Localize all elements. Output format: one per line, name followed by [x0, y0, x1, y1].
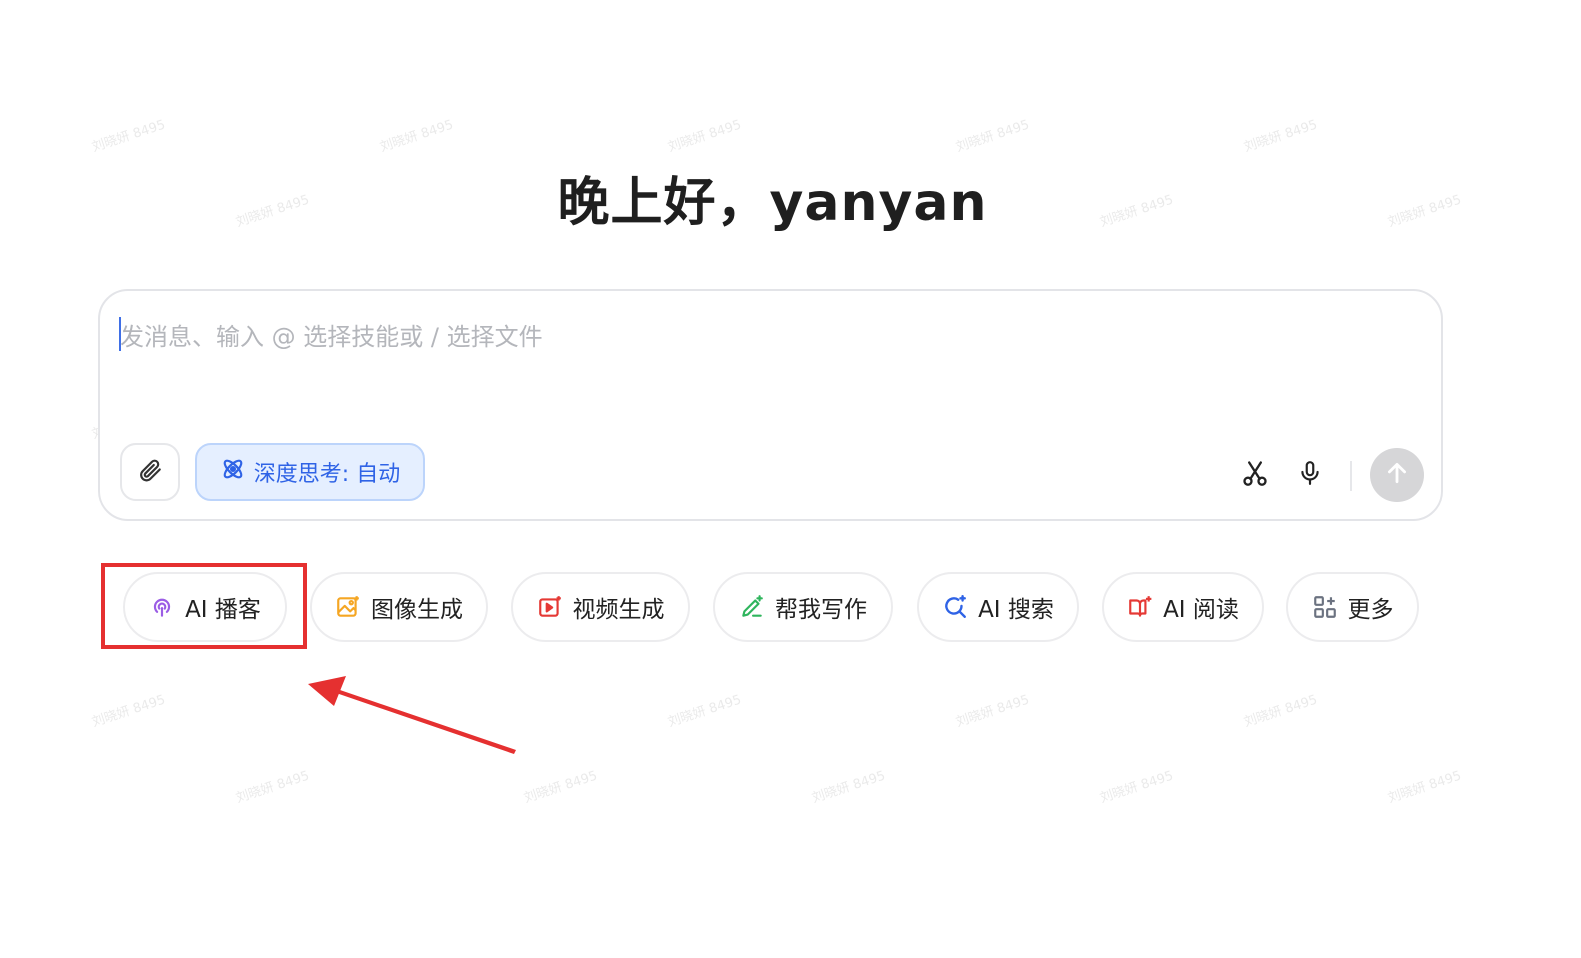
image-icon: [335, 594, 361, 620]
quick-action-image-generation[interactable]: 图像生成: [310, 572, 488, 642]
toolbar-divider: [1350, 461, 1352, 491]
scissors-icon: [1241, 458, 1269, 492]
greeting-title: 晚上好，yanyan: [557, 173, 988, 233]
watermark: 刘晓妍 8495: [954, 117, 1032, 156]
watermark: 刘晓妍 8495: [954, 692, 1032, 731]
watermark: 刘晓妍 8495: [666, 692, 744, 731]
message-input[interactable]: [120, 317, 1320, 357]
book-icon: [1127, 594, 1153, 620]
watermark: 刘晓妍 8495: [810, 768, 888, 807]
quick-action-label: 视频生成: [572, 597, 665, 623]
watermark: 刘晓妍 8495: [522, 768, 600, 807]
arrow-up-icon: [1384, 460, 1410, 490]
send-button[interactable]: [1370, 448, 1424, 502]
message-composer: 深度思考: 自动: [98, 289, 1443, 521]
quick-action-ai-reading[interactable]: AI 阅读: [1102, 572, 1264, 642]
watermark: 刘晓妍 8495: [1242, 692, 1320, 731]
quick-action-label: 帮我写作: [775, 597, 867, 623]
quick-action-more[interactable]: 更多: [1286, 572, 1419, 642]
watermark: 刘晓妍 8495: [1098, 768, 1176, 807]
atom-icon: [220, 456, 246, 488]
quick-action-video-generation[interactable]: 视频生成: [511, 572, 690, 642]
watermark: 刘晓妍 8495: [1386, 768, 1464, 807]
pen-icon: [739, 594, 765, 620]
watermark: 刘晓妍 8495: [90, 692, 168, 731]
paperclip-icon: [137, 457, 163, 487]
watermark: 刘晓妍 8495: [234, 768, 312, 807]
annotation-highlight-box: [101, 563, 307, 649]
quick-action-label: 图像生成: [371, 597, 463, 623]
watermark: 刘晓妍 8495: [90, 117, 168, 156]
quick-action-label: 更多: [1347, 597, 1394, 623]
watermark: 刘晓妍 8495: [378, 117, 456, 156]
quick-action-ai-search[interactable]: AI 搜索: [917, 572, 1079, 642]
scissors-button[interactable]: [1240, 459, 1270, 491]
page: 刘晓妍 8495 刘晓妍 8495 刘晓妍 8495 刘晓妍 8495 刘晓妍 …: [0, 0, 1581, 958]
watermark: 刘晓妍 8495: [1242, 117, 1320, 156]
watermark: 刘晓妍 8495: [666, 117, 744, 156]
annotation-arrow: [308, 676, 516, 754]
quick-action-label: AI 阅读: [1163, 597, 1239, 623]
microphone-icon: [1297, 458, 1323, 492]
deep-think-label: 深度思考: 自动: [253, 462, 401, 487]
microphone-button[interactable]: [1295, 459, 1325, 491]
deep-think-button[interactable]: 深度思考: 自动: [195, 443, 425, 501]
grid-icon: [1312, 594, 1338, 620]
attach-button[interactable]: [120, 443, 180, 501]
video-icon: [537, 594, 563, 620]
quick-action-help-write[interactable]: 帮我写作: [713, 572, 893, 642]
search-icon: [942, 594, 968, 620]
quick-action-label: AI 搜索: [978, 597, 1054, 623]
